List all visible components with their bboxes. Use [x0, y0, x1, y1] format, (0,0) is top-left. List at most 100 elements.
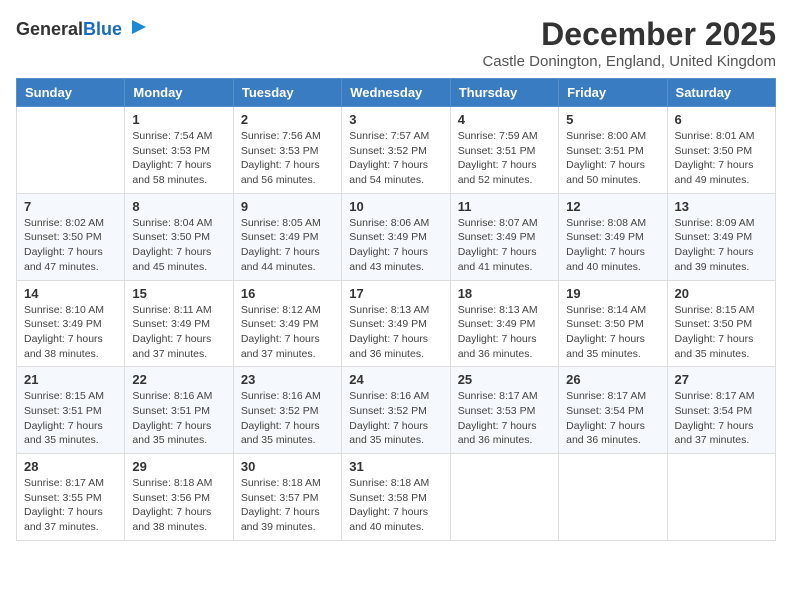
calendar-cell: 28 Sunrise: 8:17 AMSunset: 3:55 PMDayligh…: [17, 454, 125, 541]
day-number: 18: [458, 286, 551, 301]
day-number: 4: [458, 112, 551, 127]
day-info: Sunrise: 7:56 AMSunset: 3:53 PMDaylight:…: [241, 129, 334, 188]
calendar-cell: [17, 107, 125, 194]
logo-blue: Blue: [83, 19, 122, 39]
calendar-cell: 16 Sunrise: 8:12 AMSunset: 3:49 PMDayligh…: [233, 280, 341, 367]
month-title: December 2025: [482, 16, 776, 53]
weekday-header-friday: Friday: [559, 79, 667, 107]
calendar-cell: 10 Sunrise: 8:06 AMSunset: 3:49 PMDayligh…: [342, 193, 450, 280]
day-number: 30: [241, 459, 334, 474]
weekday-header-row: SundayMondayTuesdayWednesdayThursdayFrid…: [17, 79, 776, 107]
day-info: Sunrise: 8:00 AMSunset: 3:51 PMDaylight:…: [566, 129, 659, 188]
day-info: Sunrise: 8:13 AMSunset: 3:49 PMDaylight:…: [349, 303, 442, 362]
day-info: Sunrise: 8:10 AMSunset: 3:49 PMDaylight:…: [24, 303, 117, 362]
calendar-table: SundayMondayTuesdayWednesdayThursdayFrid…: [16, 78, 776, 541]
day-info: Sunrise: 8:17 AMSunset: 3:55 PMDaylight:…: [24, 476, 117, 535]
day-number: 11: [458, 199, 551, 214]
calendar-week-row: 28 Sunrise: 8:17 AMSunset: 3:55 PMDayligh…: [17, 454, 776, 541]
calendar-cell: 8 Sunrise: 8:04 AMSunset: 3:50 PMDaylight…: [125, 193, 233, 280]
day-number: 26: [566, 372, 659, 387]
weekday-header-monday: Monday: [125, 79, 233, 107]
weekday-header-tuesday: Tuesday: [233, 79, 341, 107]
calendar-cell: 17 Sunrise: 8:13 AMSunset: 3:49 PMDayligh…: [342, 280, 450, 367]
day-info: Sunrise: 8:16 AMSunset: 3:51 PMDaylight:…: [132, 389, 225, 448]
day-info: Sunrise: 8:09 AMSunset: 3:49 PMDaylight:…: [675, 216, 768, 275]
day-info: Sunrise: 7:57 AMSunset: 3:52 PMDaylight:…: [349, 129, 442, 188]
day-info: Sunrise: 8:07 AMSunset: 3:49 PMDaylight:…: [458, 216, 551, 275]
logo-arrow-icon: [128, 16, 150, 38]
calendar-cell: [667, 454, 775, 541]
day-number: 5: [566, 112, 659, 127]
day-number: 6: [675, 112, 768, 127]
day-number: 27: [675, 372, 768, 387]
logo: GeneralBlue: [16, 16, 150, 43]
day-info: Sunrise: 8:18 AMSunset: 3:58 PMDaylight:…: [349, 476, 442, 535]
day-info: Sunrise: 8:18 AMSunset: 3:57 PMDaylight:…: [241, 476, 334, 535]
day-number: 1: [132, 112, 225, 127]
day-number: 3: [349, 112, 442, 127]
day-number: 17: [349, 286, 442, 301]
day-info: Sunrise: 7:54 AMSunset: 3:53 PMDaylight:…: [132, 129, 225, 188]
day-info: Sunrise: 8:11 AMSunset: 3:49 PMDaylight:…: [132, 303, 225, 362]
calendar-cell: 11 Sunrise: 8:07 AMSunset: 3:49 PMDayligh…: [450, 193, 558, 280]
day-info: Sunrise: 8:18 AMSunset: 3:56 PMDaylight:…: [132, 476, 225, 535]
day-number: 16: [241, 286, 334, 301]
day-info: Sunrise: 8:15 AMSunset: 3:50 PMDaylight:…: [675, 303, 768, 362]
logo-general: GeneralBlue: [16, 19, 122, 39]
calendar-cell: 29 Sunrise: 8:18 AMSunset: 3:56 PMDayligh…: [125, 454, 233, 541]
day-info: Sunrise: 8:06 AMSunset: 3:49 PMDaylight:…: [349, 216, 442, 275]
day-info: Sunrise: 8:02 AMSunset: 3:50 PMDaylight:…: [24, 216, 117, 275]
day-info: Sunrise: 8:13 AMSunset: 3:49 PMDaylight:…: [458, 303, 551, 362]
calendar-cell: 12 Sunrise: 8:08 AMSunset: 3:49 PMDayligh…: [559, 193, 667, 280]
calendar-cell: 15Sunrise: 8:11 AMSunset: 3:49 PMDayligh…: [125, 280, 233, 367]
day-info: Sunrise: 8:04 AMSunset: 3:50 PMDaylight:…: [132, 216, 225, 275]
calendar-cell: 6Sunrise: 8:01 AMSunset: 3:50 PMDaylight…: [667, 107, 775, 194]
calendar-cell: 26Sunrise: 8:17 AMSunset: 3:54 PMDayligh…: [559, 367, 667, 454]
day-info: Sunrise: 8:16 AMSunset: 3:52 PMDaylight:…: [349, 389, 442, 448]
day-number: 7: [24, 199, 117, 214]
day-number: 14: [24, 286, 117, 301]
location: Castle Donington, England, United Kingdo…: [482, 53, 776, 70]
day-number: 21: [24, 372, 117, 387]
calendar-cell: 1 Sunrise: 7:54 AMSunset: 3:53 PMDaylight…: [125, 107, 233, 194]
calendar-cell: 7 Sunrise: 8:02 AMSunset: 3:50 PMDaylight…: [17, 193, 125, 280]
day-number: 25: [458, 372, 551, 387]
calendar-cell: 27Sunrise: 8:17 AMSunset: 3:54 PMDayligh…: [667, 367, 775, 454]
page-header: GeneralBlue December 2025 Castle Doningt…: [16, 16, 776, 70]
day-number: 29: [132, 459, 225, 474]
day-number: 24: [349, 372, 442, 387]
calendar-week-row: 14 Sunrise: 8:10 AMSunset: 3:49 PMDayligh…: [17, 280, 776, 367]
day-number: 22: [132, 372, 225, 387]
day-number: 10: [349, 199, 442, 214]
calendar-cell: [559, 454, 667, 541]
day-info: Sunrise: 7:59 AMSunset: 3:51 PMDaylight:…: [458, 129, 551, 188]
calendar-week-row: 21 Sunrise: 8:15 AMSunset: 3:51 PMDayligh…: [17, 367, 776, 454]
day-info: Sunrise: 8:14 AMSunset: 3:50 PMDaylight:…: [566, 303, 659, 362]
calendar-cell: 21 Sunrise: 8:15 AMSunset: 3:51 PMDayligh…: [17, 367, 125, 454]
day-number: 8: [132, 199, 225, 214]
day-info: Sunrise: 8:15 AMSunset: 3:51 PMDaylight:…: [24, 389, 117, 448]
day-number: 12: [566, 199, 659, 214]
day-number: 23: [241, 372, 334, 387]
calendar-cell: 3 Sunrise: 7:57 AMSunset: 3:52 PMDaylight…: [342, 107, 450, 194]
day-number: 20: [675, 286, 768, 301]
day-number: 28: [24, 459, 117, 474]
calendar-cell: 14 Sunrise: 8:10 AMSunset: 3:49 PMDayligh…: [17, 280, 125, 367]
calendar-cell: [450, 454, 558, 541]
calendar-cell: 9Sunrise: 8:05 AMSunset: 3:49 PMDaylight…: [233, 193, 341, 280]
calendar-cell: 2Sunrise: 7:56 AMSunset: 3:53 PMDaylight…: [233, 107, 341, 194]
calendar-cell: 22 Sunrise: 8:16 AMSunset: 3:51 PMDayligh…: [125, 367, 233, 454]
calendar-cell: 25Sunrise: 8:17 AMSunset: 3:53 PMDayligh…: [450, 367, 558, 454]
day-info: Sunrise: 8:08 AMSunset: 3:49 PMDaylight:…: [566, 216, 659, 275]
calendar-cell: 30 Sunrise: 8:18 AMSunset: 3:57 PMDayligh…: [233, 454, 341, 541]
calendar-cell: 23 Sunrise: 8:16 AMSunset: 3:52 PMDayligh…: [233, 367, 341, 454]
calendar-cell: 13 Sunrise: 8:09 AMSunset: 3:49 PMDayligh…: [667, 193, 775, 280]
calendar-cell: 18 Sunrise: 8:13 AMSunset: 3:49 PMDayligh…: [450, 280, 558, 367]
day-number: 19: [566, 286, 659, 301]
day-info: Sunrise: 8:16 AMSunset: 3:52 PMDaylight:…: [241, 389, 334, 448]
weekday-header-saturday: Saturday: [667, 79, 775, 107]
calendar-cell: 31Sunrise: 8:18 AMSunset: 3:58 PMDayligh…: [342, 454, 450, 541]
calendar-week-row: 1 Sunrise: 7:54 AMSunset: 3:53 PMDaylight…: [17, 107, 776, 194]
day-info: Sunrise: 8:12 AMSunset: 3:49 PMDaylight:…: [241, 303, 334, 362]
day-number: 13: [675, 199, 768, 214]
